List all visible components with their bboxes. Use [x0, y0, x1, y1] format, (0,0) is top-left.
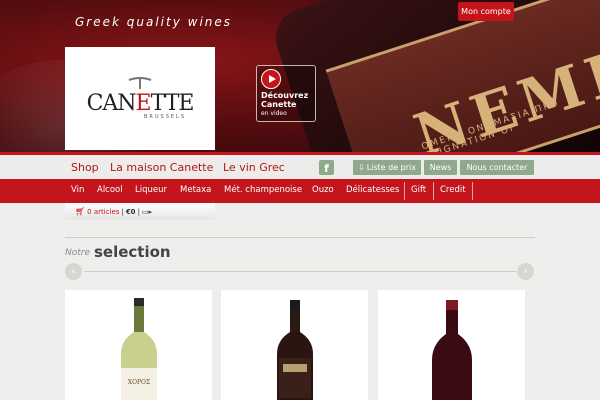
logo-word-right: TTE — [150, 91, 195, 116]
category-liqueur[interactable]: Liqueur — [135, 185, 167, 195]
category-separator — [472, 182, 473, 200]
cart-summary[interactable]: 🛒︎ 0 articles | €0 | ▭▸ — [65, 203, 215, 220]
video-title: Découvrez Canette — [261, 91, 309, 109]
category-vin[interactable]: Vin — [71, 185, 84, 195]
logo-word-left: CAN — [86, 91, 137, 116]
cart-separator: | — [137, 207, 140, 216]
nav-item-vin-grec[interactable]: Le vin Grec — [223, 161, 285, 174]
contact-button[interactable]: Nous contacter — [460, 160, 534, 175]
cart-icon: 🛒︎ — [75, 207, 86, 216]
selection-prefix: Notre — [65, 248, 91, 258]
main-nav: Shop La maison Canette Le vin Grec f ⇩ Li… — [0, 152, 600, 179]
category-separator — [404, 182, 405, 200]
selection-title: selection — [94, 243, 171, 261]
red-wine-bottle-image — [276, 300, 313, 400]
category-separator — [433, 182, 434, 200]
product-card[interactable]: ΧΟΡΟΣ — [65, 290, 212, 400]
news-button[interactable]: News — [424, 160, 457, 175]
category-metaxa[interactable]: Metaxa — [180, 185, 211, 195]
nav-item-maison[interactable]: La maison Canette — [110, 161, 213, 174]
corkscrew-icon — [128, 77, 152, 89]
tagline: Greek quality wines — [75, 15, 233, 29]
category-bar: Vin Alcool Liqueur Metaxa Mét. champenoi… — [0, 179, 600, 203]
price-list-button[interactable]: ⇩ Liste de prix — [353, 160, 421, 175]
carousel-track-line — [84, 271, 516, 272]
logo-word-e: E — [135, 91, 152, 116]
red-wine-bottle-image — [431, 300, 472, 400]
category-gift[interactable]: Gift — [411, 185, 426, 195]
download-icon: ⇩ — [357, 163, 365, 172]
white-wine-label-text: ΧΟΡΟΣ — [127, 379, 149, 386]
product-card[interactable] — [221, 290, 368, 400]
category-ouzo[interactable]: Ouzo — [312, 185, 334, 195]
cart-amount: €0 — [125, 207, 136, 216]
category-credit[interactable]: Credit — [440, 185, 466, 195]
video-link[interactable]: Découvrez Canette en video — [256, 65, 316, 122]
section-divider — [65, 237, 535, 238]
category-alcool[interactable]: Alcool — [97, 185, 123, 195]
account-button[interactable]: Mon compte — [458, 2, 514, 21]
carousel-prev-button[interactable]: ‹ — [65, 263, 82, 280]
site-logo[interactable]: CANETTE BRUSSELS — [65, 47, 215, 150]
carousel-next-button[interactable]: › — [517, 263, 534, 280]
cart-separator: | — [121, 207, 124, 216]
white-wine-bottle-image: ΧΟΡΟΣ — [120, 298, 157, 400]
play-icon — [261, 69, 281, 89]
nav-item-shop[interactable]: Shop — [71, 161, 99, 174]
category-met-champenoise[interactable]: Mét. champenoise — [224, 185, 302, 195]
video-subtitle: en video — [261, 110, 287, 117]
facebook-icon[interactable]: f — [319, 160, 334, 175]
product-card[interactable] — [378, 290, 525, 400]
card-icon: ▭▸ — [141, 207, 153, 216]
category-delicatesses[interactable]: Délicatesses — [346, 185, 399, 195]
cart-articles: 0 articles — [87, 207, 120, 216]
logo-wordmark: CANETTE — [86, 91, 195, 116]
price-list-label: Liste de prix — [366, 163, 417, 172]
